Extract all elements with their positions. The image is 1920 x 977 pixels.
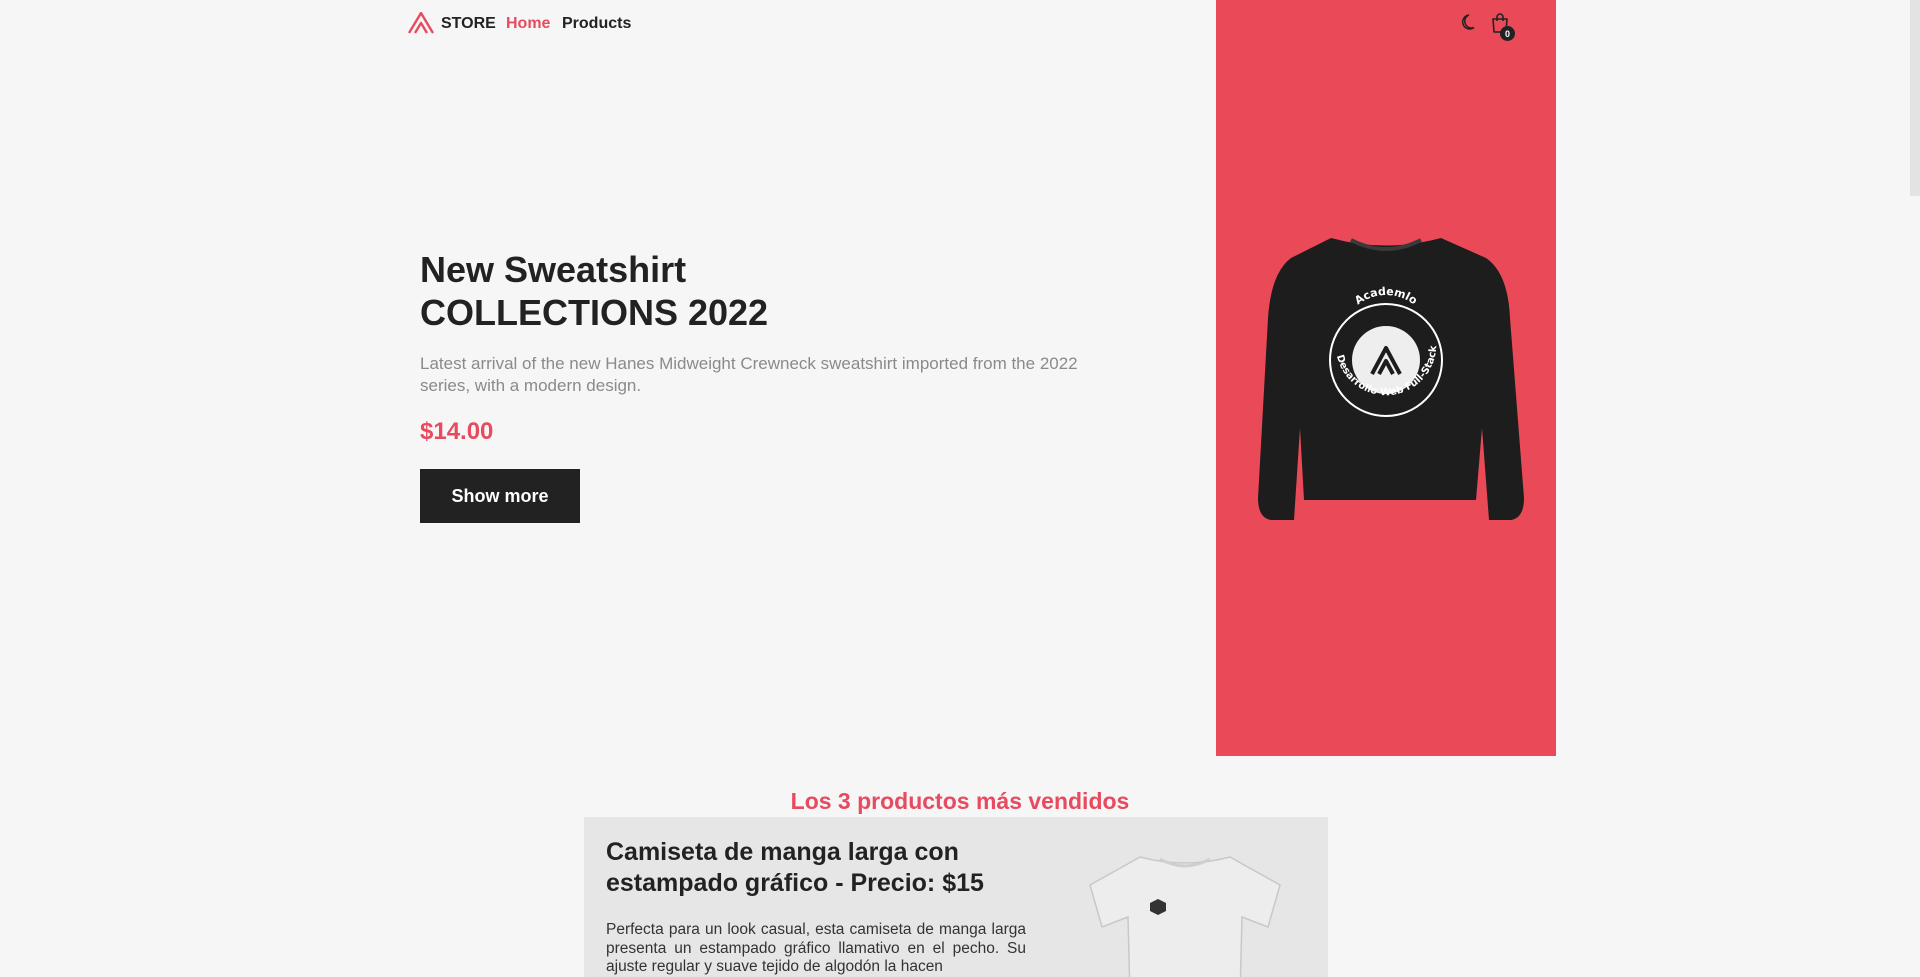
- site-header: STORE Home Products 0: [0, 0, 1920, 50]
- product-card[interactable]: Camiseta de manga larga con estampado gr…: [584, 817, 1328, 977]
- hero-price: $14.00: [420, 418, 494, 445]
- hero-title-line1: New Sweatshirt: [420, 249, 687, 290]
- scrollbar-thumb[interactable]: [1910, 0, 1920, 196]
- sweatshirt-image: Academlo Desarrollo Web Full-Stack: [1258, 238, 1524, 520]
- bestsellers-heading: Los 3 productos más vendidos: [790, 788, 1130, 814]
- logo-icon[interactable]: [408, 12, 434, 34]
- hero-title: New Sweatshirt COLLECTIONS 2022: [420, 248, 768, 334]
- show-more-button[interactable]: Show more: [420, 469, 580, 523]
- hero-title-line2: COLLECTIONS 2022: [420, 292, 769, 333]
- product-card-description: Perfecta para un look casual, esta camis…: [606, 921, 1026, 975]
- brand-name[interactable]: STORE: [441, 15, 496, 33]
- moon-icon[interactable]: [1460, 12, 1480, 32]
- tshirt-image: [1089, 856, 1281, 977]
- nav-home-link[interactable]: Home: [506, 15, 550, 33]
- product-card-title: Camiseta de manga larga con estampado gr…: [606, 838, 984, 897]
- cart-count-badge: 0: [1500, 26, 1515, 41]
- nav-products-link[interactable]: Products: [562, 15, 631, 33]
- hero-description: Latest arrival of the new Hanes Midweigh…: [420, 354, 1078, 395]
